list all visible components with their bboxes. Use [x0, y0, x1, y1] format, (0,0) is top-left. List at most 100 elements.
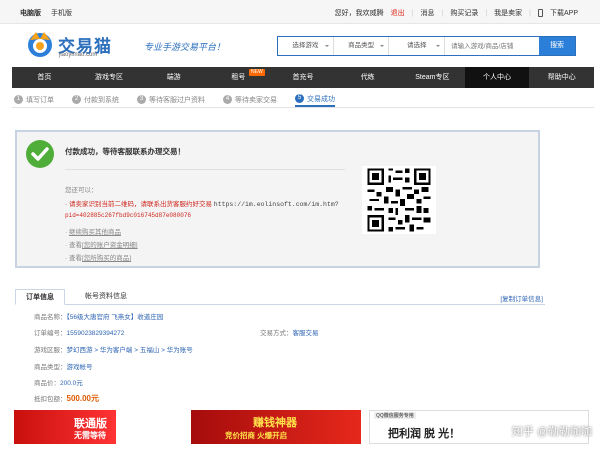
- nav-boosting[interactable]: 代练: [335, 67, 400, 88]
- search-button[interactable]: 搜索: [539, 37, 575, 55]
- logout-link[interactable]: 退出: [391, 8, 405, 18]
- order-row-paid: 抵扣包额：500.00元: [34, 393, 99, 404]
- divider: |: [411, 9, 414, 17]
- order-row-type: 商品类型：游戏帐号: [34, 361, 93, 371]
- paid-amount-value: 500.00元: [66, 394, 99, 403]
- ad2-subtitle: 竞价招商 火爆开启: [225, 431, 288, 440]
- messages-link[interactable]: 消息: [421, 8, 435, 18]
- product-price-value: 200.0元: [60, 380, 83, 387]
- divider: |: [529, 9, 531, 17]
- user-links: 您好，我欢威腾 退出 | 消息 | 购买记录 | 我是卖家 | 下载APP: [335, 8, 578, 18]
- main-nav: 首页 游戏专区 端游 租号 NEW 首充号 代练 Steam专区 个人中心 帮助中…: [12, 67, 594, 88]
- view-funds-item: · 查看[您的账户资金明细]: [65, 239, 138, 249]
- greeting-text: 您好，我欢威腾: [334, 10, 384, 17]
- nav-pc-games[interactable]: 端游: [141, 67, 206, 88]
- step-label: 等待客服过户资料: [149, 96, 205, 104]
- field-label: 商品类型：: [34, 364, 67, 371]
- success-title: 付款成功，等待客服联系办理交易！: [65, 147, 185, 156]
- step-label: 付款到系统: [84, 96, 119, 104]
- ad1-subtitle: 无需等待: [74, 431, 106, 440]
- order-row-price: 商品价：200.0元: [34, 377, 83, 387]
- divider: [65, 169, 345, 170]
- option-select[interactable]: 请选择: [389, 37, 446, 55]
- nav-rent[interactable]: 租号 NEW: [206, 67, 271, 88]
- game-area-value[interactable]: 梦幻西游 > 华为客户端 > 五福山 > 华为账号: [67, 347, 193, 354]
- new-badge: NEW: [249, 69, 265, 76]
- nav-steam[interactable]: Steam专区: [400, 67, 465, 88]
- step-wait-seller: 4 等待卖家交易: [223, 92, 277, 107]
- cat-logo-icon: [28, 32, 52, 57]
- trade-method-value: 客服交易: [292, 330, 319, 337]
- contact-url[interactable]: https://im.eolinsoft.com/im.htm?: [214, 201, 339, 208]
- success-check-icon: [26, 140, 54, 168]
- nav-rent-label: 租号: [231, 74, 246, 81]
- ad1-title: 联通版: [74, 418, 107, 430]
- ad3-tag: QQ微信服务专用: [374, 412, 416, 419]
- platform-switch: 电脑版 手机版: [20, 8, 72, 18]
- step-number: 2: [72, 95, 81, 104]
- purchase-records-link[interactable]: 购买记录: [450, 8, 478, 18]
- step-label: 填写订单: [26, 96, 54, 104]
- top-bar: 电脑版 手机版 您好，我欢威腾 退出 | 消息 | 购买记录 | 我是卖家 | …: [0, 0, 600, 24]
- divider: |: [441, 9, 444, 17]
- search-bar: 选择游戏 商品类型 请选择 搜索: [277, 36, 576, 56]
- order-row-id: 订单编号：1559023829394272: [34, 327, 124, 337]
- tab-account-info[interactable]: 帐号资料信息: [75, 289, 137, 305]
- next-actions-hint: 您还可以：: [65, 187, 98, 194]
- nav-first-charge[interactable]: 首充号: [271, 67, 336, 88]
- step-label: 等待卖家交易: [235, 96, 277, 104]
- payment-success-panel: 付款成功，等待客服联系办理交易！ 您还可以： · 请卖家识别当前二维码，请联系出…: [15, 130, 540, 268]
- continue-shopping-link[interactable]: 继续购买其他商品: [69, 229, 121, 236]
- watermark: 知乎 @勒勒咖咖: [511, 426, 592, 438]
- game-select[interactable]: 选择游戏: [278, 37, 334, 55]
- nav-help[interactable]: 帮助中心: [529, 67, 594, 88]
- order-id-value: 1559023829394272: [66, 330, 125, 337]
- site-logo[interactable]: 交易猫 jiaoyimao.com 专业手游交易平台！: [26, 30, 225, 60]
- brand-slogan: 专业手游交易平台！: [144, 42, 226, 52]
- phone-icon: [537, 9, 543, 17]
- contact-tip-text: · 请卖家识别当前二维码，请联系出货客服约好交易: [65, 201, 212, 208]
- nav-home[interactable]: 首页: [12, 67, 77, 88]
- pc-version-link[interactable]: 电脑版: [20, 10, 41, 17]
- ad-banner-unicom[interactable]: 联通版 无需等待: [14, 410, 184, 444]
- copy-order-link[interactable]: [复制订单信息]: [500, 293, 543, 303]
- mobile-version-link[interactable]: 手机版: [51, 10, 72, 17]
- purchased-goods-link[interactable]: [您所购买的商品]: [82, 255, 131, 262]
- account-funds-link[interactable]: [您的账户资金明细]: [82, 242, 138, 249]
- ad-banner-tool[interactable]: 赚钱神器 竞价招商 火爆开启: [191, 410, 361, 444]
- field-label: 商品价：: [34, 380, 60, 387]
- step-label: 交易成功: [307, 95, 335, 103]
- field-label: 商品名称：: [34, 314, 67, 321]
- field-label: 交易方式：: [260, 330, 293, 337]
- tab-order-info[interactable]: 订单信息: [15, 289, 65, 305]
- order-row-method: 交易方式：客服交易: [260, 327, 319, 337]
- field-label: 订单编号：: [34, 330, 67, 337]
- step-number: 3: [137, 95, 146, 104]
- step-number: 5: [295, 94, 304, 103]
- product-name-link[interactable]: 【56级大唐官府 飞燕女】收道庄园: [67, 314, 164, 321]
- step-number: 4: [223, 95, 232, 104]
- step-fill-order: 1 填写订单: [14, 92, 54, 107]
- view-purchased-item: · 查看[您所购买的商品]: [65, 252, 131, 262]
- category-select[interactable]: 商品类型: [334, 37, 390, 55]
- link-prefix: · 查看: [65, 242, 82, 249]
- step-pay: 2 付款到系统: [72, 92, 119, 107]
- product-type-value: 游戏帐号: [66, 364, 93, 371]
- step-success: 5 交易成功: [295, 92, 335, 107]
- brand-domain: jiaoyimao.com: [59, 52, 98, 58]
- ad2-title: 赚钱神器: [253, 417, 297, 429]
- seller-link[interactable]: 我是卖家: [494, 8, 522, 18]
- link-prefix: · 查看: [65, 255, 82, 262]
- divider: |: [485, 9, 488, 17]
- nav-user-center[interactable]: 个人中心: [464, 67, 530, 88]
- order-row-name: 商品名称：【56级大唐官府 飞燕女】收道庄园: [34, 311, 163, 321]
- ad3-title: 把利润 脱 光！: [388, 428, 461, 440]
- nav-game-zone[interactable]: 游戏专区: [77, 67, 142, 88]
- download-app-link[interactable]: 下载APP: [550, 8, 578, 18]
- contact-pid: pid=402885c267fbd9c016745d87e080076: [65, 212, 192, 219]
- order-progress-steps: 1 填写订单 2 付款到系统 3 等待客服过户资料 4 等待卖家交易 5 交易成功: [12, 92, 594, 108]
- search-input[interactable]: [445, 37, 540, 55]
- order-tabs: 订单信息 帐号资料信息 [复制订单信息]: [15, 289, 545, 305]
- continue-shopping-item: · 继续购买其他商品: [65, 226, 121, 236]
- field-label: 游戏区服：: [34, 347, 67, 354]
